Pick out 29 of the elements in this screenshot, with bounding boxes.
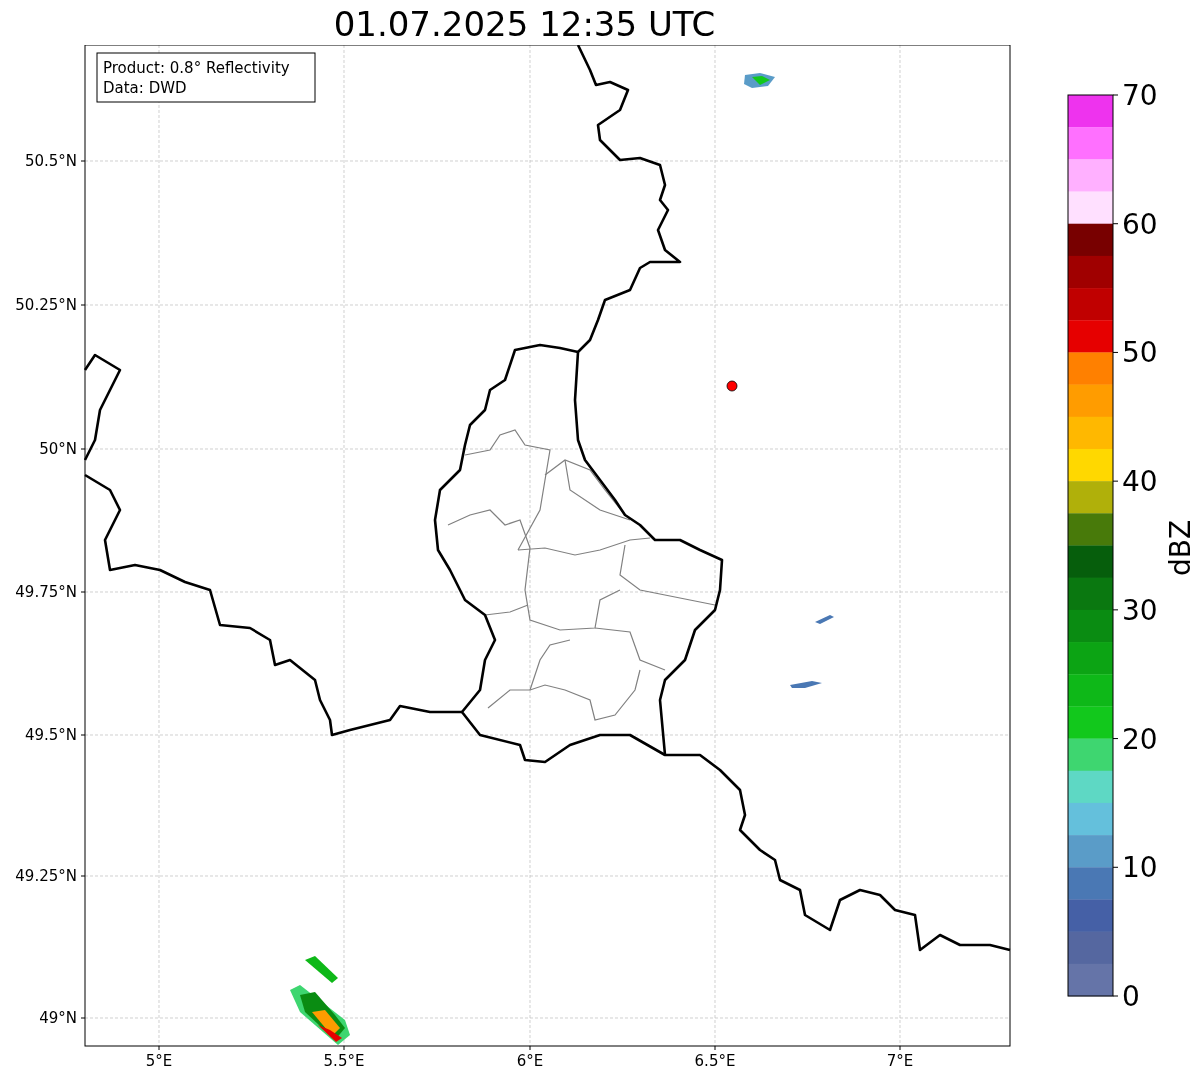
radar-echo <box>790 681 822 688</box>
longitude-tick-label: 6°E <box>516 1052 544 1070</box>
colorbar-tick-label: 60 <box>1122 207 1158 241</box>
latitude-tick-label: 50.5°N <box>24 152 77 170</box>
radar-site-marker <box>726 380 738 392</box>
colorbar-tick-label: 0 <box>1122 980 1140 1013</box>
colorbar-tick-label: 70 <box>1122 79 1158 112</box>
radar-echo <box>305 956 338 983</box>
latitude-tick-label: 49.5°N <box>24 726 77 744</box>
latitude-tick-label: 50°N <box>39 440 77 458</box>
colorbar-tick-label: 10 <box>1122 851 1158 885</box>
latitude-tick-label: 49°N <box>39 1009 77 1027</box>
longitude-tick-label: 5.5°E <box>323 1052 365 1070</box>
latitude-tick-label: 49.75°N <box>15 583 77 601</box>
legend-text: Product: 0.8° Reflectivity <box>103 59 290 77</box>
longitude-tick-label: 7°E <box>886 1052 914 1070</box>
longitude-tick-label: 5°E <box>145 1052 173 1070</box>
colorbar-tick-label: 20 <box>1122 722 1158 756</box>
colorbar-tick-label: 30 <box>1122 593 1158 627</box>
latitude-tick-label: 49.25°N <box>15 867 77 885</box>
colorbar-label: dBZ <box>1164 519 1197 577</box>
chart-title: 01.07.2025 12:35 UTC <box>333 4 716 44</box>
longitude-tick-label: 6.5°E <box>694 1052 736 1070</box>
latitude-tick-label: 50.25°N <box>15 296 77 314</box>
colorbar-tick-label: 50 <box>1122 336 1158 370</box>
radar-echo <box>815 615 834 624</box>
district-border-line <box>564 459 631 521</box>
colorbar-tick-label: 40 <box>1122 465 1158 499</box>
legend-text: Data: DWD <box>103 79 187 97</box>
